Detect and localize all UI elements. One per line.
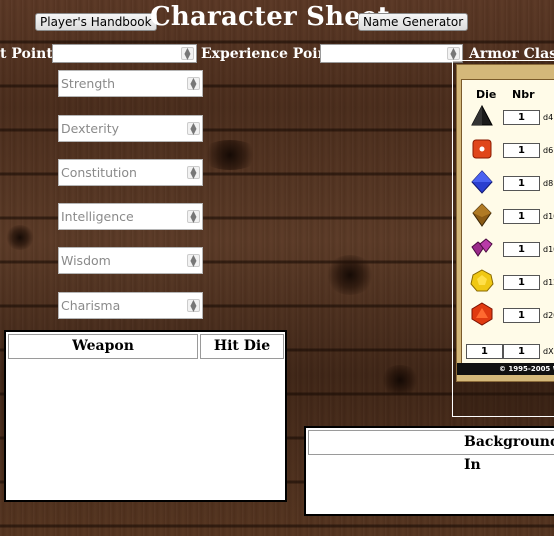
nbr-column-header: Nbr (512, 88, 535, 101)
intelligence-input[interactable]: Intelligence ▲ ▼ (58, 203, 203, 230)
d8-die-icon[interactable] (470, 170, 494, 194)
d100-count-input[interactable]: 1 (503, 242, 540, 257)
d10-die-icon[interactable] (470, 203, 494, 227)
spinner-icon[interactable]: ▲ ▼ (181, 47, 194, 61)
wood-knot (200, 140, 260, 170)
constitution-input[interactable]: Constitution ▲ ▼ (58, 159, 203, 186)
weapon-table: Weapon Hit Die (4, 330, 287, 502)
die-column-header: Die (476, 88, 497, 101)
dexterity-input[interactable]: Dexterity ▲ ▼ (58, 115, 203, 142)
d100-label: d100 (543, 245, 554, 254)
dice-row-d10: 1 d10 (462, 201, 554, 231)
charisma-placeholder: Charisma (61, 298, 121, 313)
weapon-column-header: Weapon (8, 334, 198, 359)
d12-label: d12 (543, 278, 554, 287)
spinner-icon[interactable]: ▲ ▼ (187, 254, 200, 268)
d12-die-icon[interactable] (470, 269, 494, 293)
d4-die-icon[interactable] (470, 104, 494, 128)
dice-row-d100: 1 d100 (462, 234, 554, 264)
dice-roller-body: Die Nbr 1 d4 1 d6 1 d8 1 d10 1 d100 (461, 79, 554, 371)
dice-roller: Die Nbr 1 d4 1 d6 1 d8 1 d10 1 d100 (456, 64, 554, 382)
dice-roller-copyright: © 1995-2005 W (457, 363, 554, 375)
constitution-placeholder: Constitution (61, 165, 137, 180)
d4-label: d4 (543, 113, 554, 122)
hit-die-column-header: Hit Die (200, 334, 284, 359)
dice-row-d8: 1 d8 (462, 168, 554, 198)
wood-knot (325, 255, 375, 295)
d8-label: d8 (543, 179, 554, 188)
intelligence-placeholder: Intelligence (61, 209, 134, 224)
dice-row-custom: 1 1 dX (462, 336, 554, 366)
d6-label: d6 (543, 146, 554, 155)
page-title: Character Sheet (150, 2, 390, 32)
spinner-icon[interactable]: ▲ ▼ (447, 47, 460, 61)
wood-knot (5, 225, 35, 250)
name-generator-button[interactable]: Name Generator (358, 13, 469, 31)
players-handbook-button[interactable]: Player's Handbook (35, 13, 157, 31)
d20-die-icon[interactable] (470, 302, 494, 326)
d20-label: d20 (543, 311, 554, 320)
wisdom-placeholder: Wisdom (61, 253, 111, 268)
strength-input[interactable]: Strength ▲ ▼ (58, 70, 203, 97)
spinner-icon[interactable]: ▲ ▼ (187, 210, 200, 224)
d10-count-input[interactable]: 1 (503, 209, 540, 224)
background-info-header: Background In (308, 430, 554, 473)
spinner-icon[interactable]: ▲ ▼ (187, 77, 200, 91)
spinner-icon[interactable]: ▲ ▼ (187, 299, 200, 313)
dice-row-d4: 1 d4 (462, 102, 554, 132)
background-info-table: Background In (304, 426, 554, 516)
custom-count-input[interactable]: 1 (503, 344, 540, 359)
dice-row-d12: 1 d12 (462, 267, 554, 297)
d6-die-icon[interactable] (470, 137, 494, 161)
wisdom-input[interactable]: Wisdom ▲ ▼ (58, 247, 203, 274)
dice-row-d20: 1 d20 (462, 300, 554, 330)
d12-count-input[interactable]: 1 (503, 275, 540, 290)
d6-count-input[interactable]: 1 (503, 143, 540, 158)
experience-points-input[interactable]: ▲ ▼ (320, 44, 463, 63)
d100-dice-icon[interactable] (470, 236, 494, 260)
dexterity-placeholder: Dexterity (61, 121, 119, 136)
custom-die-label: dX (543, 347, 554, 356)
dice-row-d6: 1 d6 (462, 135, 554, 165)
custom-sides-input[interactable]: 1 (466, 344, 503, 359)
spinner-icon[interactable]: ▲ ▼ (187, 166, 200, 180)
charisma-input[interactable]: Charisma ▲ ▼ (58, 292, 203, 319)
d8-count-input[interactable]: 1 (503, 176, 540, 191)
d20-count-input[interactable]: 1 (503, 308, 540, 323)
wood-knot (380, 365, 420, 395)
d4-count-input[interactable]: 1 (503, 110, 540, 125)
strength-placeholder: Strength (61, 76, 116, 91)
d10-label: d10 (543, 212, 554, 221)
hit-points-input[interactable]: ▲ ▼ (52, 44, 197, 63)
spinner-icon[interactable]: ▲ ▼ (187, 122, 200, 136)
